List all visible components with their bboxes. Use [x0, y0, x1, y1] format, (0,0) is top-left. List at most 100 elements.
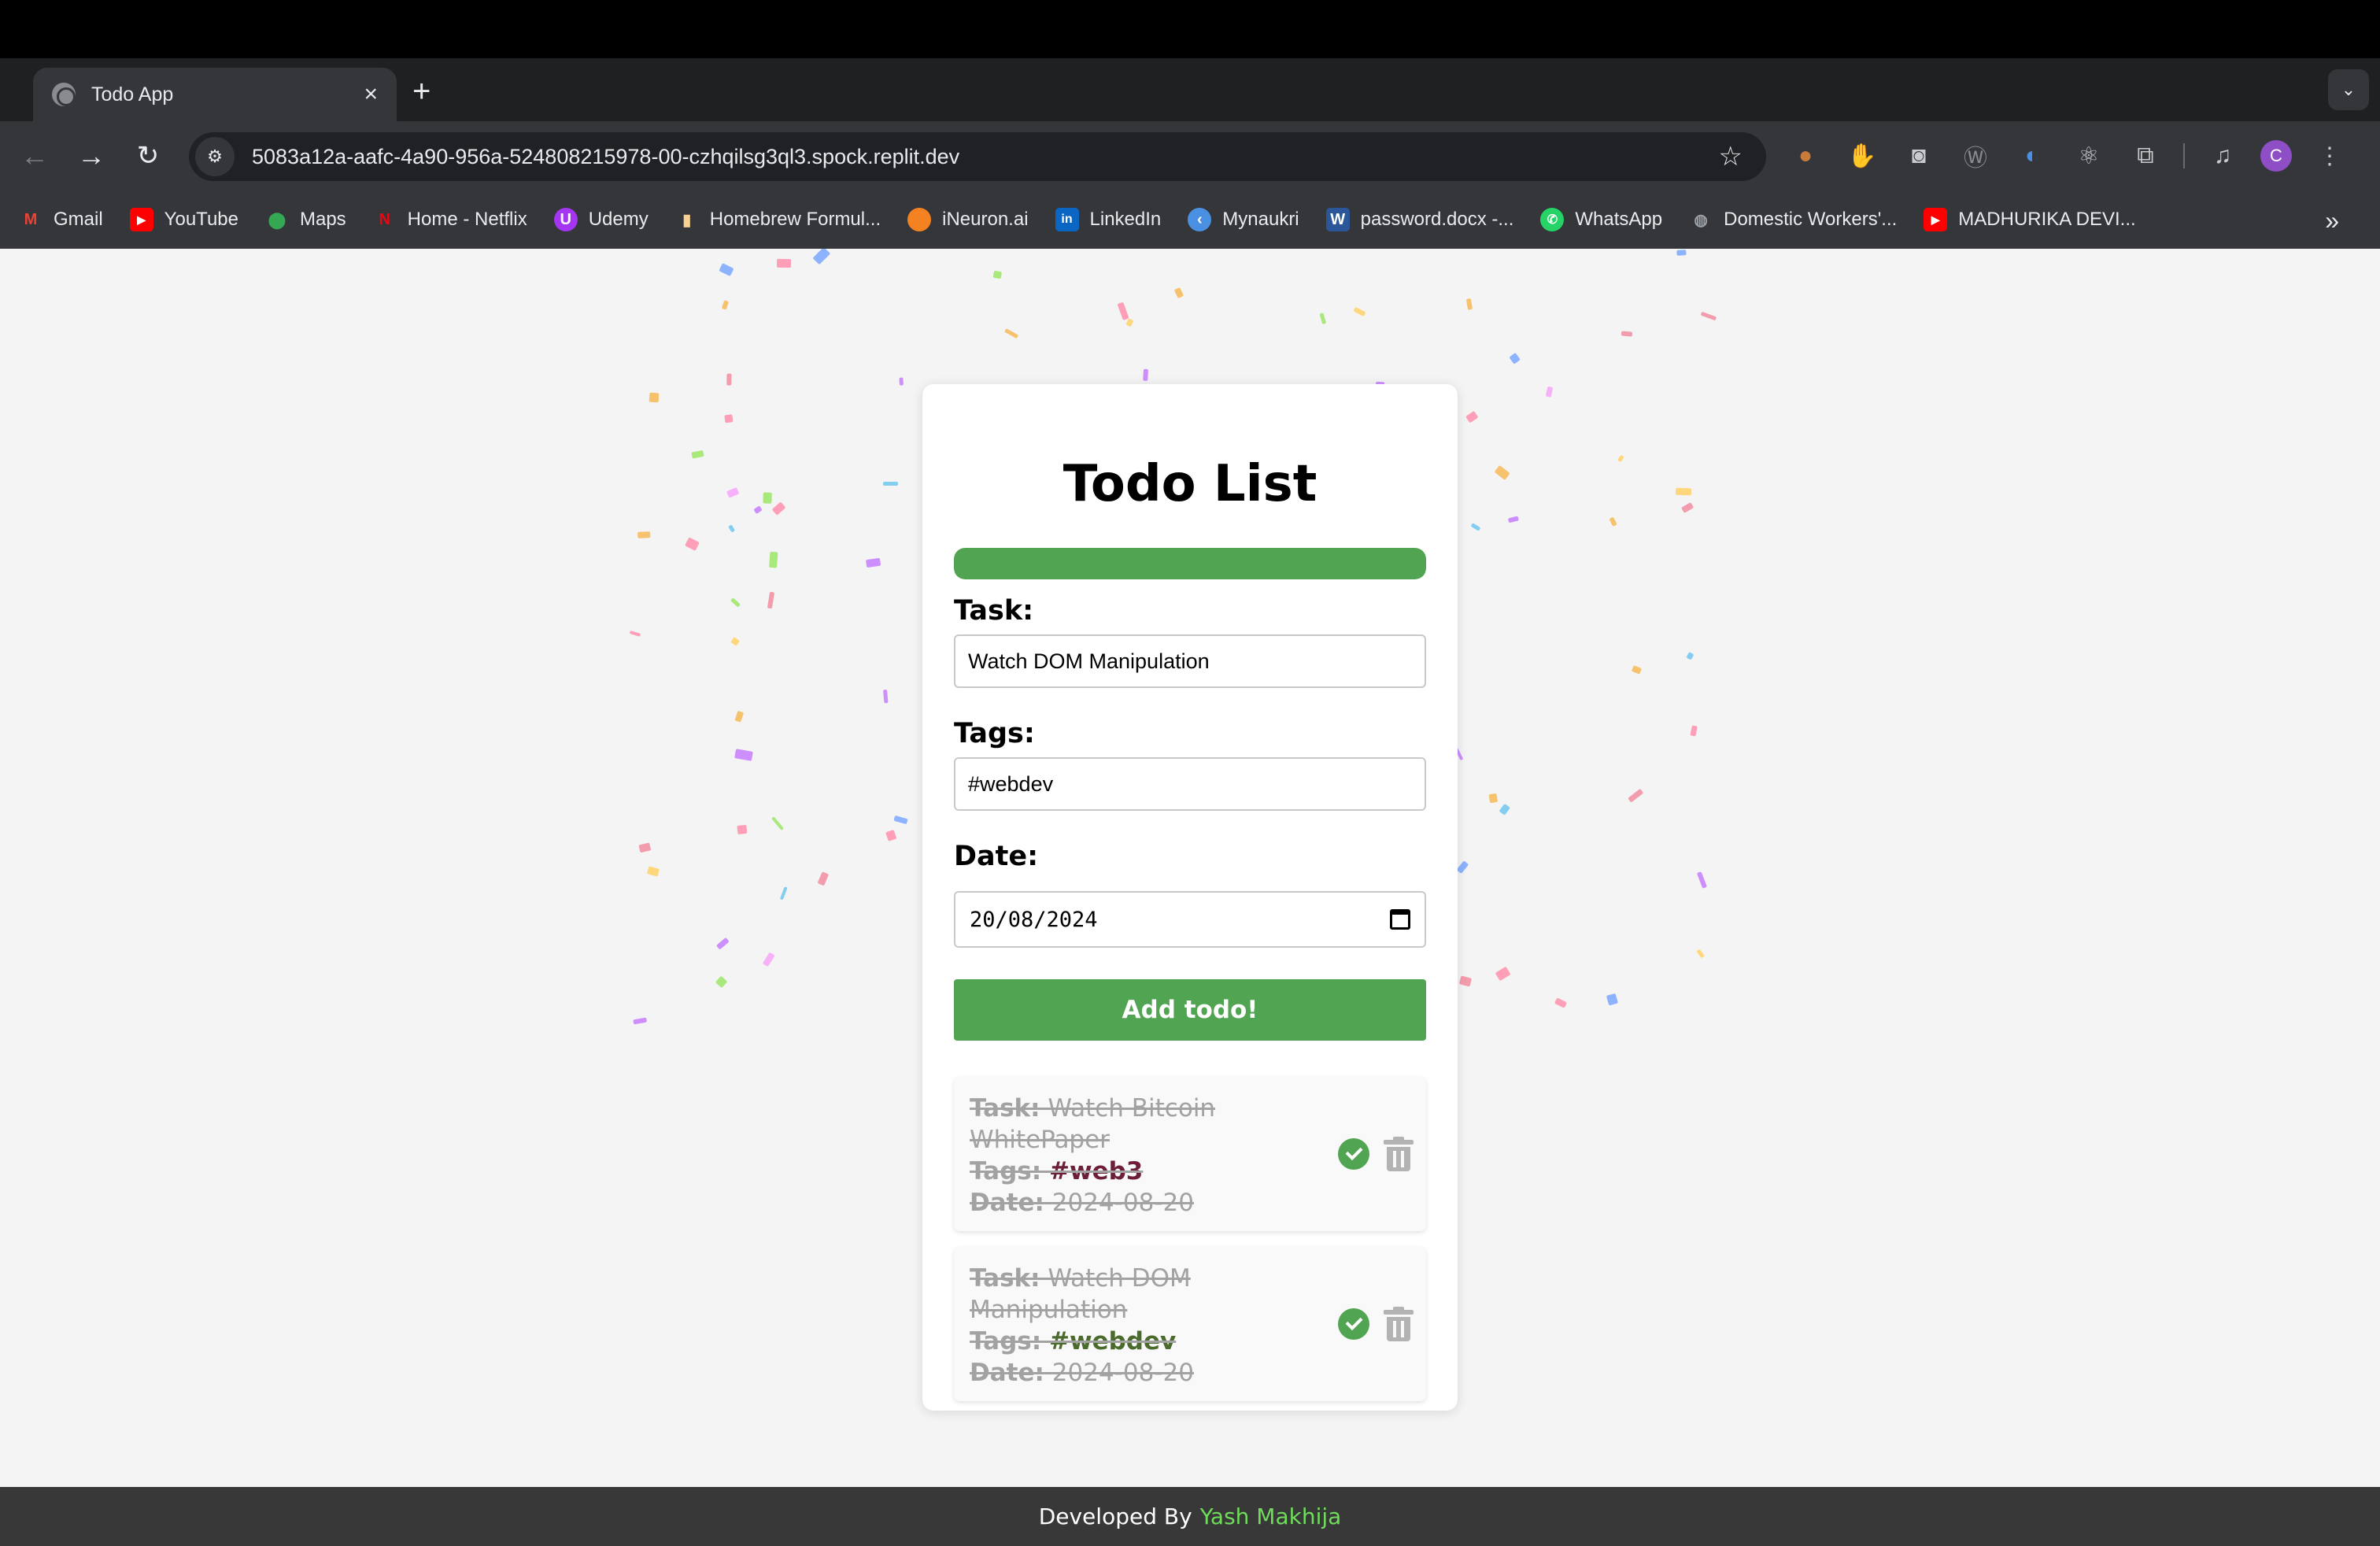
profile-avatar[interactable]: C — [2260, 140, 2292, 172]
bookmarks-overflow-icon[interactable]: » — [2325, 206, 2339, 235]
footer-prefix: Developed By — [1038, 1503, 1192, 1529]
confetti-piece — [1609, 516, 1617, 527]
confetti-piece — [883, 482, 899, 486]
confetti-piece — [734, 710, 744, 722]
confetti-piece — [629, 631, 641, 638]
tab-todo-app[interactable]: Todo App × — [33, 68, 397, 121]
progress-bar — [954, 548, 1426, 579]
reload-icon[interactable]: ↻ — [129, 137, 167, 175]
confetti-piece — [1617, 455, 1624, 463]
todo-task-label: Task: — [970, 1094, 1040, 1123]
tab-title: Todo App — [91, 83, 174, 105]
tags-input[interactable] — [954, 757, 1426, 811]
maps-icon: ⬤ — [268, 211, 286, 229]
site-info-icon[interactable]: ⚙ — [195, 137, 235, 176]
footer-author-link[interactable]: Yash Makhija — [1200, 1503, 1342, 1529]
confetti-piece — [734, 749, 753, 761]
homebrew-icon: ▮ — [682, 211, 692, 229]
confetti-piece — [1456, 860, 1469, 875]
delete-trash-icon[interactable] — [1384, 1307, 1414, 1341]
netflix-icon: N — [379, 210, 390, 228]
whatsapp-icon: ✆ — [1540, 208, 1565, 231]
confetti-piece — [1691, 725, 1698, 737]
extensions-puzzle-icon[interactable]: ⧉ — [2127, 137, 2164, 175]
globe-icon: ◍ — [1694, 211, 1708, 229]
confetti-piece — [817, 871, 830, 886]
confetti-piece — [1459, 975, 1473, 987]
confetti-piece — [752, 505, 763, 515]
delete-trash-icon[interactable] — [1384, 1137, 1414, 1171]
todo-task-label: Task: — [970, 1264, 1040, 1293]
planet-extension-icon[interactable]: ◐ — [2013, 137, 2051, 175]
confetti-piece — [1125, 318, 1134, 327]
date-input-value: 20/08/2024 — [970, 907, 1098, 932]
media-controls-icon[interactable]: ♫ — [2204, 137, 2241, 175]
confetti-piece — [638, 842, 652, 853]
confetti-piece — [1696, 949, 1706, 960]
confetti-piece — [992, 270, 1002, 279]
confetti-piece — [1676, 250, 1687, 256]
confetti-piece — [726, 373, 732, 386]
confetti-piece — [1319, 313, 1326, 324]
confetti-piece — [691, 449, 705, 459]
bookmark-youtube[interactable]: ▶ YouTube — [129, 208, 238, 231]
browser-menu-icon[interactable]: ⋮ — [2311, 137, 2349, 175]
page-viewport: Todo List Task: Tags: Date: 20/08/2024 A… — [0, 249, 2380, 1487]
confetti-piece — [1117, 302, 1129, 321]
wordpress-extension-icon[interactable]: Ⓦ — [1957, 137, 1994, 175]
bookmark-madhurika[interactable]: ▶ MADHURIKA DEVI... — [1924, 208, 2136, 231]
date-input[interactable]: 20/08/2024 — [954, 891, 1426, 948]
confetti-piece — [1631, 665, 1643, 675]
bookmark-domestic-workers[interactable]: ◍ Domestic Workers'... — [1689, 208, 1897, 231]
new-tab-button[interactable]: + — [412, 76, 431, 107]
bookmarks-bar: M Gmail ▶ YouTube ⬤ Maps N Home - Netflix UU… — [0, 190, 2380, 249]
url-text[interactable]: 5083a12a-aafc-4a90-956a-524808215978-00-… — [252, 145, 1719, 169]
task-input[interactable] — [954, 634, 1426, 688]
adblock-extension-icon[interactable]: ✋ — [1843, 137, 1881, 175]
tags-label: Tags: — [954, 718, 1035, 749]
forward-arrow-icon[interactable]: → — [72, 137, 110, 175]
bookmark-ineuron[interactable]: iNeuron.ai — [907, 208, 1029, 231]
address-bar[interactable]: ⚙ 5083a12a-aafc-4a90-956a-524808215978-0… — [189, 132, 1766, 181]
confetti-piece — [715, 975, 729, 989]
bookmark-homebrew[interactable]: ▮ Homebrew Formul... — [675, 208, 881, 231]
tab-strip: Todo App × + ⌄ — [0, 58, 2380, 121]
close-tab-icon[interactable]: × — [364, 81, 378, 108]
back-arrow-icon[interactable]: ← — [16, 137, 54, 175]
bookmark-netflix[interactable]: N Home - Netflix — [373, 208, 527, 231]
linkedin-icon: in — [1055, 208, 1079, 231]
task-label: Task: — [954, 595, 1034, 627]
calendar-icon[interactable] — [1390, 909, 1410, 930]
bookmark-mynaukri[interactable]: ‹ Mynaukri — [1188, 208, 1299, 231]
confetti-piece — [893, 816, 908, 825]
bookmark-udemy[interactable]: U Udemy — [553, 208, 649, 231]
glasses-extension-icon[interactable]: ◙ — [1900, 137, 1938, 175]
complete-check-icon[interactable] — [1338, 1308, 1369, 1340]
confetti-piece — [1465, 411, 1479, 423]
bookmark-star-icon[interactable]: ☆ — [1719, 141, 1743, 172]
complete-check-icon[interactable] — [1338, 1138, 1369, 1170]
tab-search-chevron-icon[interactable]: ⌄ — [2328, 69, 2369, 110]
confetti-piece — [898, 377, 904, 386]
confetti-piece — [771, 816, 785, 831]
bookmark-gmail[interactable]: M Gmail — [19, 208, 103, 231]
bookmark-maps[interactable]: ⬤ Maps — [265, 208, 346, 231]
bookmark-linkedin[interactable]: in LinkedIn — [1055, 208, 1161, 231]
bookmark-password-docx[interactable]: Wpassword.docx -... — [1325, 208, 1513, 231]
bookmark-whatsapp[interactable]: ✆ WhatsApp — [1540, 208, 1662, 231]
confetti-piece — [771, 501, 786, 516]
confetti-piece — [1509, 353, 1521, 364]
confetti-piece — [730, 597, 741, 608]
window-top-bar — [0, 0, 2380, 58]
confetti-piece — [721, 300, 730, 310]
udemy-icon: U — [553, 208, 578, 231]
confetti-piece — [1554, 997, 1568, 1008]
cookie-extension-icon[interactable]: ● — [1787, 137, 1824, 175]
todo-date-label: Date: — [970, 1189, 1044, 1217]
add-todo-button[interactable]: Add todo! — [954, 979, 1426, 1041]
confetti-piece — [885, 829, 897, 842]
react-devtools-icon[interactable]: ⚛ — [2070, 137, 2108, 175]
gmail-icon: M — [24, 210, 38, 228]
confetti-piece — [724, 413, 733, 423]
confetti-piece — [1545, 386, 1554, 398]
